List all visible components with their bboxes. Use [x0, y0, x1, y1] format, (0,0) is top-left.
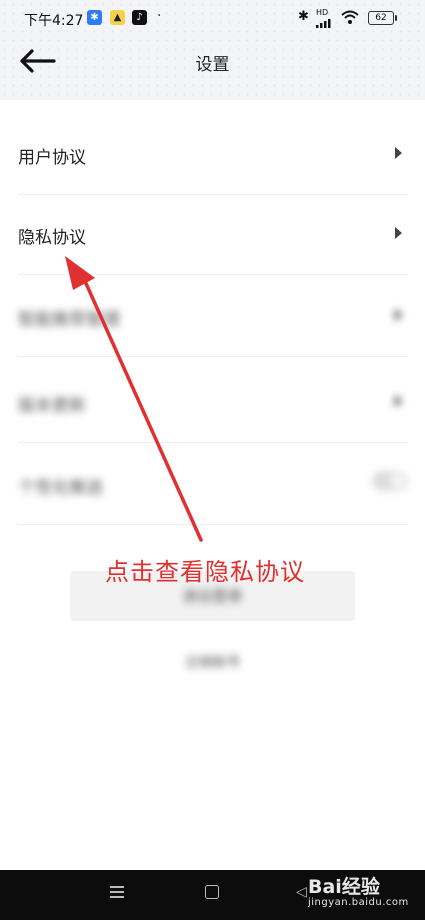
- settings-item-label: 用户协议: [18, 148, 86, 168]
- header-area: 下午4:27 ✱ ▲ ♪ · ✱ HD 62 设置: [0, 0, 425, 100]
- home-icon[interactable]: [205, 885, 219, 899]
- divider: [18, 356, 408, 357]
- settings-item-label: 隐私协议: [18, 228, 86, 248]
- hd-signal-icon: HD: [316, 8, 329, 17]
- push-toggle[interactable]: [372, 471, 408, 491]
- wifi-icon: [341, 10, 359, 24]
- cancel-account-label: 注销账号: [184, 655, 241, 671]
- settings-item-personalized-push[interactable]: 个性化推送: [18, 445, 408, 525]
- settings-item-recommendation[interactable]: 智能推荐管理: [18, 277, 408, 357]
- page-title: 设置: [195, 55, 230, 75]
- watermark-sub: jingyan.baidu.com: [308, 897, 409, 908]
- watermark: Bai经验 jingyan.baidu.com: [308, 872, 409, 908]
- settings-item-user-agreement[interactable]: 用户协议: [18, 115, 408, 195]
- divider: [18, 442, 408, 443]
- cell-signal-icon: [316, 19, 331, 28]
- cancel-account-link[interactable]: 注销账号: [0, 652, 425, 672]
- chevron-right-icon: [395, 395, 402, 407]
- chevron-right-icon: [395, 147, 402, 159]
- bluetooth-icon: ✱: [298, 9, 309, 24]
- settings-item-privacy-agreement[interactable]: 隐私协议: [18, 195, 408, 275]
- notification-app-icon: ▲: [110, 10, 125, 25]
- settings-item-label: 智能推荐管理: [18, 310, 120, 330]
- logout-label: 退出登录: [182, 587, 243, 605]
- divider: [18, 524, 408, 525]
- divider: [18, 274, 408, 275]
- chevron-right-icon: [395, 309, 402, 321]
- settings-item-version-update[interactable]: 版本更新: [18, 363, 408, 443]
- back-triangle-icon[interactable]: ◁: [296, 884, 307, 900]
- status-bar: 下午4:27 ✱ ▲ ♪ · ✱ HD 62: [0, 0, 425, 36]
- settings-item-label: 个性化推送: [18, 478, 103, 498]
- chevron-right-icon: [395, 227, 402, 239]
- bluetooth-app-icon: ✱: [87, 10, 102, 25]
- watermark-main: Bai经验: [308, 876, 380, 898]
- status-time: 下午4:27: [24, 13, 84, 29]
- battery-indicator: 62: [368, 11, 397, 25]
- nav-bar: 设置: [0, 38, 425, 84]
- settings-item-label: 版本更新: [18, 396, 86, 416]
- annotation-text: 点击查看隐私协议: [105, 558, 305, 586]
- tiktok-app-icon: ♪: [132, 10, 147, 25]
- menu-icon[interactable]: [110, 886, 124, 898]
- more-notifications-icon: ·: [157, 8, 162, 24]
